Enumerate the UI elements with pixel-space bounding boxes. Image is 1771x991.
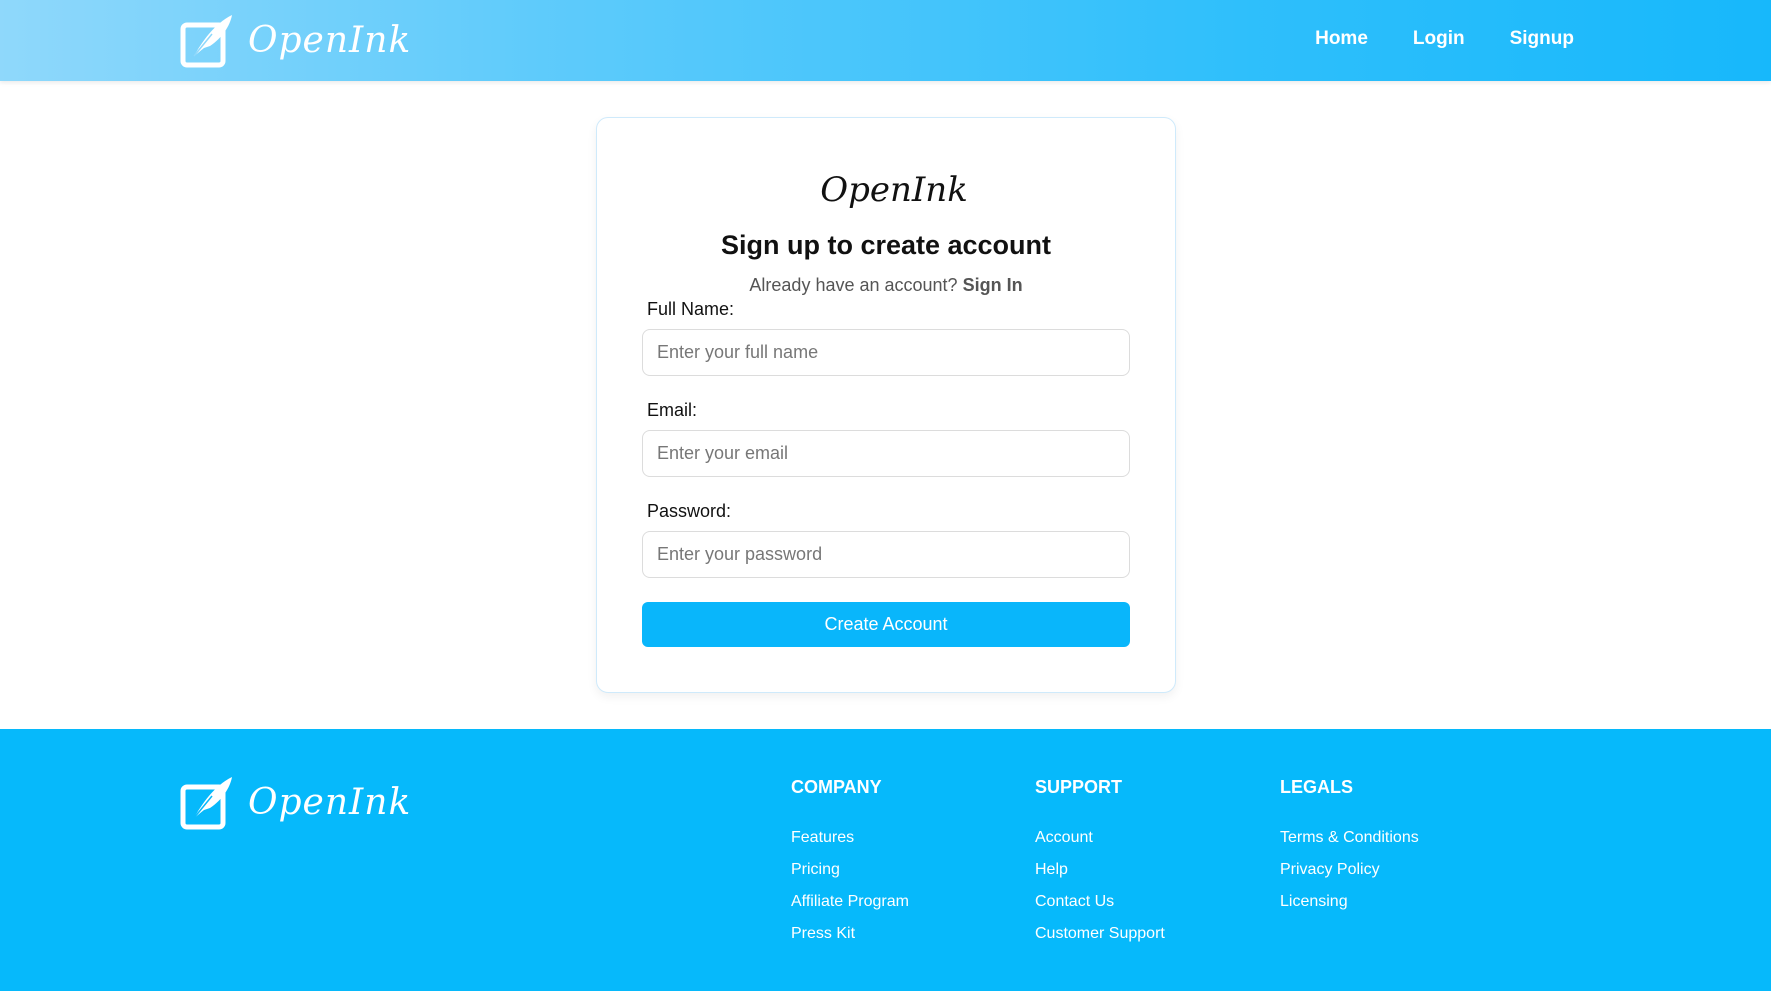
create-account-button[interactable]: Create Account [642,602,1130,647]
quill-edit-icon [180,777,232,830]
signin-prompt: Already have an account? Sign In [597,275,1175,296]
header-logo[interactable]: OpenInk [180,12,411,68]
footer-link-affiliate-program[interactable]: Affiliate Program [791,892,909,911]
footer-link-help[interactable]: Help [1035,860,1165,879]
brand-name: OpenInk [248,19,412,61]
nav-home-link[interactable]: Home [1315,28,1368,50]
footer-link-features[interactable]: Features [791,828,909,847]
card-logo: OpenInk [820,170,968,210]
email-input[interactable] [642,430,1130,477]
footer-column-company: COMPANY Features Pricing Affiliate Progr… [791,777,909,956]
footer-link-licensing[interactable]: Licensing [1280,892,1419,911]
nav-login-link[interactable]: Login [1413,28,1465,50]
footer-link-privacy-policy[interactable]: Privacy Policy [1280,860,1419,879]
footer-link-contact-us[interactable]: Contact Us [1035,892,1165,911]
full-name-label: Full Name: [647,299,735,319]
signup-card: OpenInk Sign up to create account Alread… [596,117,1176,693]
email-label: Email: [647,400,698,420]
signin-link[interactable]: Sign In [963,275,1023,295]
footer-heading: COMPANY [791,777,882,797]
footer-heading: LEGALS [1280,777,1354,797]
footer-heading: SUPPORT [1035,777,1123,797]
signin-prompt-text: Already have an account? [749,275,958,295]
footer-brand-name: OpenInk [248,781,412,823]
footer-link-customer-support[interactable]: Customer Support [1035,924,1165,943]
footer-logo[interactable]: OpenInk [180,774,411,830]
site-footer: OpenInk COMPANY Features Pricing Affilia… [0,729,1771,991]
quill-edit-icon [180,15,232,68]
main-nav: Home Login Signup [1315,28,1574,50]
page-title: Sign up to create account [720,230,1052,260]
password-input[interactable] [642,531,1130,578]
footer-link-account[interactable]: Account [1035,828,1165,847]
footer-link-terms[interactable]: Terms & Conditions [1280,828,1419,847]
top-header: OpenInk Home Login Signup [0,0,1771,81]
footer-column-support: SUPPORT Account Help Contact Us Customer… [1035,777,1165,956]
footer-link-press-kit[interactable]: Press Kit [791,924,909,943]
full-name-input[interactable] [642,329,1130,376]
nav-signup-link[interactable]: Signup [1510,28,1574,50]
footer-link-pricing[interactable]: Pricing [791,860,909,879]
footer-column-legals: LEGALS Terms & Conditions Privacy Policy… [1280,777,1419,924]
password-label: Password: [647,501,732,521]
